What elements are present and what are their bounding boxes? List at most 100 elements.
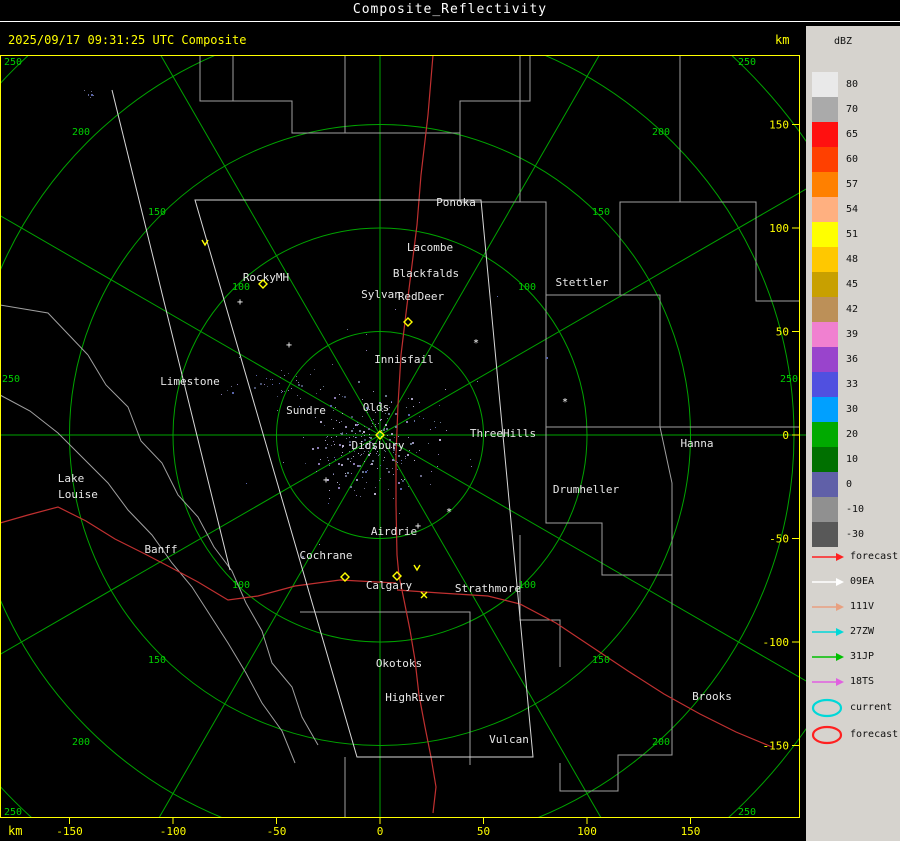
echo-pixel bbox=[378, 423, 379, 424]
echo-pixel bbox=[430, 429, 431, 430]
legend-label: 31JP bbox=[850, 651, 875, 662]
echo-pixel bbox=[408, 486, 409, 487]
right-axis-label: -100 bbox=[763, 636, 790, 649]
echo-pixel bbox=[331, 437, 332, 438]
city-label: Louise bbox=[58, 488, 98, 501]
echo-pixel bbox=[408, 398, 409, 399]
echo-pixel bbox=[281, 392, 282, 393]
colorbar-swatch bbox=[812, 147, 838, 172]
echo-pixel bbox=[329, 465, 330, 466]
echo-pixel bbox=[370, 464, 371, 465]
echo-pixel bbox=[401, 463, 402, 464]
colorbar-swatch bbox=[812, 297, 838, 322]
colorbar-row: 0 bbox=[812, 472, 864, 497]
echo-pixel bbox=[381, 430, 382, 431]
city-label: Didsbury bbox=[352, 439, 405, 452]
echo-pixel bbox=[333, 474, 334, 475]
echo-pixel bbox=[380, 465, 381, 466]
echo-pixel bbox=[279, 383, 280, 384]
echo-pixel bbox=[270, 379, 271, 380]
echo-pixel bbox=[407, 454, 409, 456]
echo-pixel bbox=[320, 389, 321, 390]
echo-pixel bbox=[342, 452, 343, 453]
echo-pixel bbox=[314, 369, 315, 370]
echo-pixel bbox=[394, 437, 395, 438]
echo-pixel bbox=[319, 544, 320, 545]
echo-pixel bbox=[326, 437, 327, 438]
range-label: 200 bbox=[652, 127, 670, 138]
echo-pixel bbox=[363, 431, 365, 433]
echo-pixel bbox=[379, 480, 380, 481]
echo-pixel bbox=[383, 429, 385, 431]
echo-pixel bbox=[363, 453, 364, 454]
boundary-line bbox=[519, 535, 561, 667]
echo-pixel bbox=[246, 483, 247, 484]
city-label: Calgary bbox=[366, 579, 413, 592]
range-label: 250 bbox=[4, 57, 22, 68]
echo-pixel bbox=[283, 462, 284, 463]
legend-row: 27ZW bbox=[810, 619, 898, 644]
echo-pixel bbox=[370, 453, 371, 454]
current-cell-ellipse-icon bbox=[811, 698, 843, 717]
18ts-track-arrow-icon bbox=[812, 677, 844, 686]
bottom-axis-label: 100 bbox=[577, 825, 597, 838]
echo-pixel bbox=[90, 97, 91, 98]
legend-row: forecast bbox=[810, 544, 898, 569]
colorbar-swatch bbox=[812, 97, 838, 122]
echo-pixel bbox=[342, 396, 343, 397]
echo-pixel bbox=[383, 460, 384, 461]
city-label: Sundre bbox=[286, 404, 326, 417]
echo-pixel bbox=[356, 495, 357, 496]
city-label: HighRiver bbox=[385, 691, 445, 704]
colorbar-row: 60 bbox=[812, 147, 864, 172]
legend-label: 111V bbox=[850, 601, 875, 612]
echo-pixel bbox=[310, 374, 311, 375]
echo-pixel bbox=[93, 95, 94, 96]
echo-pixel bbox=[440, 422, 441, 423]
echo-pixel bbox=[325, 440, 326, 441]
bottom-axis-label: -100 bbox=[160, 825, 187, 838]
echo-pixel bbox=[445, 389, 446, 390]
colorbar-row: 65 bbox=[812, 122, 864, 147]
echo-pixel bbox=[431, 471, 432, 472]
echo-pixel bbox=[346, 438, 347, 439]
colorbar-swatch bbox=[812, 172, 838, 197]
echo-pixel bbox=[371, 426, 372, 427]
echo-pixel bbox=[393, 452, 394, 453]
echo-pixel bbox=[346, 433, 347, 434]
station-mark: + bbox=[286, 340, 292, 351]
colorbar-swatch bbox=[812, 247, 838, 272]
colorbar-swatch bbox=[812, 497, 838, 522]
echo-pixel bbox=[88, 94, 89, 95]
colorbar-value: 48 bbox=[846, 254, 859, 265]
echo-pixel bbox=[344, 396, 346, 398]
echo-pixel bbox=[410, 443, 412, 445]
echo-pixel bbox=[369, 434, 370, 435]
echo-pixel bbox=[288, 373, 289, 374]
echo-pixel bbox=[342, 447, 343, 448]
colorbar-value: 10 bbox=[846, 454, 859, 465]
echo-pixel bbox=[361, 454, 362, 455]
echo-pixel bbox=[369, 437, 370, 438]
colorbar-row: 36 bbox=[812, 347, 864, 372]
echo-pixel bbox=[387, 418, 388, 419]
echo-pixel bbox=[364, 426, 365, 427]
echo-pixel bbox=[335, 407, 336, 408]
echo-pixel bbox=[362, 477, 363, 478]
echo-pixel bbox=[281, 390, 282, 391]
echo-pixel bbox=[435, 427, 436, 428]
echo-pixel bbox=[364, 461, 365, 462]
echo-pixel bbox=[301, 385, 303, 387]
city-label: Olds bbox=[363, 401, 390, 414]
echo-pixel bbox=[359, 430, 361, 432]
city-label: Stettler bbox=[556, 276, 609, 289]
city-label: Airdrie bbox=[371, 525, 417, 538]
echo-pixel bbox=[391, 402, 392, 403]
radar-map-canvas[interactable]: 250 200 150 250 200 150 150 200 250 150 200 250 100 1… bbox=[0, 55, 806, 818]
boundary-line bbox=[199, 55, 233, 102]
colorbar-value: 45 bbox=[846, 279, 859, 290]
echo-pixel bbox=[364, 488, 365, 489]
echo-pixel bbox=[366, 482, 367, 483]
echo-pixel bbox=[408, 414, 410, 416]
colorbar-value: 80 bbox=[846, 79, 859, 90]
